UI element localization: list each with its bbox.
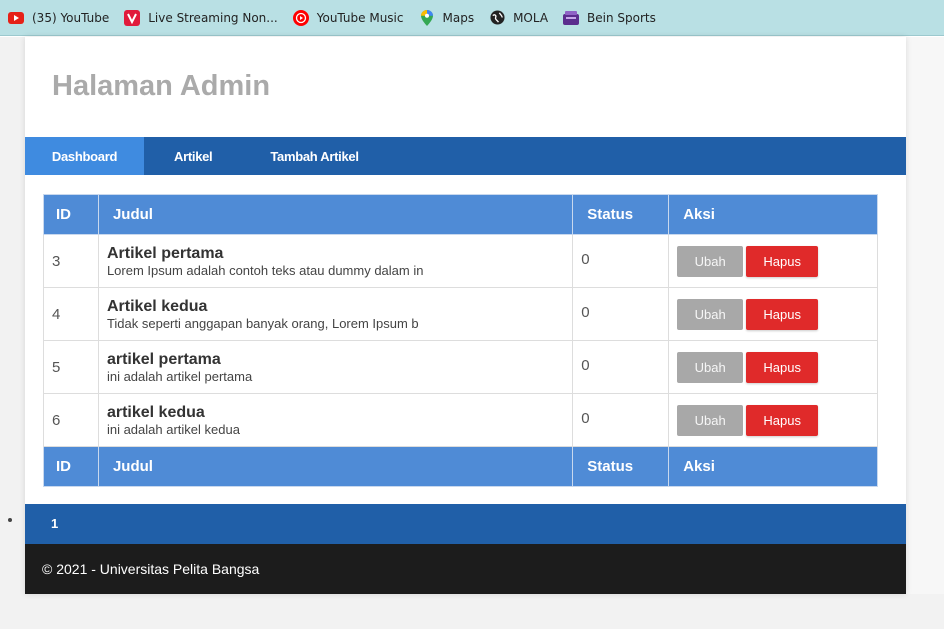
- delete-button[interactable]: Hapus: [746, 404, 819, 436]
- row-id: 6: [43, 393, 99, 447]
- main-nav: Dashboard Artikel Tambah Artikel: [25, 137, 906, 175]
- article-title: artikel kedua: [106, 403, 205, 421]
- row-status: 0: [572, 234, 670, 288]
- page-link-1[interactable]: 1: [51, 516, 58, 531]
- delete-button[interactable]: Hapus: [746, 298, 819, 330]
- column-footer-judul: Judul: [97, 446, 574, 487]
- edit-button[interactable]: Ubah: [677, 245, 744, 277]
- bookmark-maps[interactable]: Maps: [419, 9, 475, 26]
- table-row: 4 Artikel kedua Tidak seperti anggapan b…: [43, 287, 878, 341]
- article-table: ID Judul Status Aksi 3 Artikel pertama L…: [43, 194, 878, 487]
- row-status: 0: [572, 393, 670, 447]
- edit-button[interactable]: Ubah: [677, 298, 744, 330]
- maps-pin-icon: [419, 9, 435, 26]
- bookmark-label: (35) YouTube: [32, 10, 110, 25]
- nav-item-tambah-artikel[interactable]: Tambah Artikel: [242, 137, 385, 175]
- table-row: 6 artikel kedua ini adalah artikel kedua…: [43, 393, 878, 447]
- page-title: Halaman Admin: [52, 70, 271, 102]
- article-summary: ini adalah artikel kedua: [106, 421, 240, 437]
- article-summary: ini adalah artikel pertama: [106, 368, 253, 384]
- row-actions: Ubah Hapus: [668, 287, 878, 341]
- list-bullet: [8, 518, 12, 522]
- page-header: Halaman Admin: [25, 37, 906, 137]
- row-actions: Ubah Hapus: [668, 234, 878, 288]
- row-id: 5: [43, 340, 99, 394]
- edit-button[interactable]: Ubah: [677, 404, 744, 436]
- column-footer-id: ID: [43, 446, 99, 487]
- bookmark-youtube[interactable]: (35) YouTube: [8, 10, 109, 26]
- row-id: 3: [43, 234, 99, 288]
- bookmark-label: Live Streaming Non...: [148, 10, 278, 25]
- delete-button[interactable]: Hapus: [746, 351, 819, 383]
- article-title: artikel pertama: [106, 350, 221, 368]
- row-actions: Ubah Hapus: [668, 393, 878, 447]
- row-status: 0: [572, 287, 670, 341]
- nav-item-dashboard[interactable]: Dashboard: [25, 137, 144, 175]
- table-row: 5 artikel pertama ini adalah artikel per…: [43, 340, 878, 394]
- table-row: 3 Artikel pertama Lorem Ipsum adalah con…: [43, 234, 878, 288]
- page-margin: [906, 37, 944, 594]
- nav-item-artikel[interactable]: Artikel: [144, 137, 242, 175]
- bookmark-label: Bein Sports: [587, 10, 656, 25]
- vidio-icon: [124, 9, 141, 26]
- youtube-icon: [8, 10, 24, 26]
- row-status: 0: [572, 340, 670, 394]
- row-judul: Artikel kedua Tidak seperti anggapan ban…: [97, 287, 574, 341]
- column-footer-status: Status: [572, 446, 670, 487]
- column-header-aksi: Aksi: [668, 194, 878, 235]
- bookmark-label: YouTube Music: [316, 10, 404, 25]
- bookmark-label: MOLA: [513, 10, 549, 25]
- article-summary: Tidak seperti anggapan banyak orang, Lor…: [106, 315, 419, 331]
- mola-globe-icon: [489, 10, 505, 26]
- row-judul: artikel kedua ini adalah artikel kedua: [97, 393, 574, 447]
- article-table-wrap: ID Judul Status Aksi 3 Artikel pertama L…: [43, 194, 878, 487]
- bookmark-live-streaming[interactable]: Live Streaming Non...: [124, 9, 278, 26]
- page-footer: © 2021 - Universitas Pelita Bangsa: [25, 544, 906, 594]
- delete-button[interactable]: Hapus: [746, 245, 819, 277]
- column-footer-aksi: Aksi: [668, 446, 878, 487]
- bookmark-label: Maps: [442, 10, 475, 25]
- admin-container: Halaman Admin Dashboard Artikel Tambah A…: [25, 37, 906, 594]
- row-actions: Ubah Hapus: [668, 340, 878, 394]
- column-header-id: ID: [43, 194, 99, 235]
- article-title: Artikel pertama: [106, 244, 224, 262]
- column-header-judul: Judul: [97, 194, 574, 235]
- row-judul: Artikel pertama Lorem Ipsum adalah conto…: [97, 234, 574, 288]
- table-footer-row: ID Judul Status Aksi: [43, 446, 878, 487]
- bookmarks-bar: (35) YouTube Live Streaming Non... YouTu…: [0, 0, 944, 36]
- row-judul: artikel pertama ini adalah artikel perta…: [97, 340, 574, 394]
- bein-sports-icon: [563, 10, 580, 26]
- bookmark-bein-sports[interactable]: Bein Sports: [563, 10, 656, 26]
- youtube-music-icon: [292, 9, 309, 26]
- table-header-row: ID Judul Status Aksi: [43, 194, 878, 235]
- article-summary: Lorem Ipsum adalah contoh teks atau dumm…: [106, 262, 424, 278]
- row-id: 4: [43, 287, 99, 341]
- pagination-bar: 1: [25, 504, 906, 544]
- bookmark-youtube-music[interactable]: YouTube Music: [292, 9, 404, 26]
- footer-copyright: © 2021 - Universitas Pelita Bangsa: [42, 561, 260, 577]
- edit-button[interactable]: Ubah: [677, 351, 744, 383]
- column-header-status: Status: [572, 194, 670, 235]
- article-title: Artikel kedua: [106, 297, 208, 315]
- bookmark-mola[interactable]: MOLA: [489, 10, 548, 26]
